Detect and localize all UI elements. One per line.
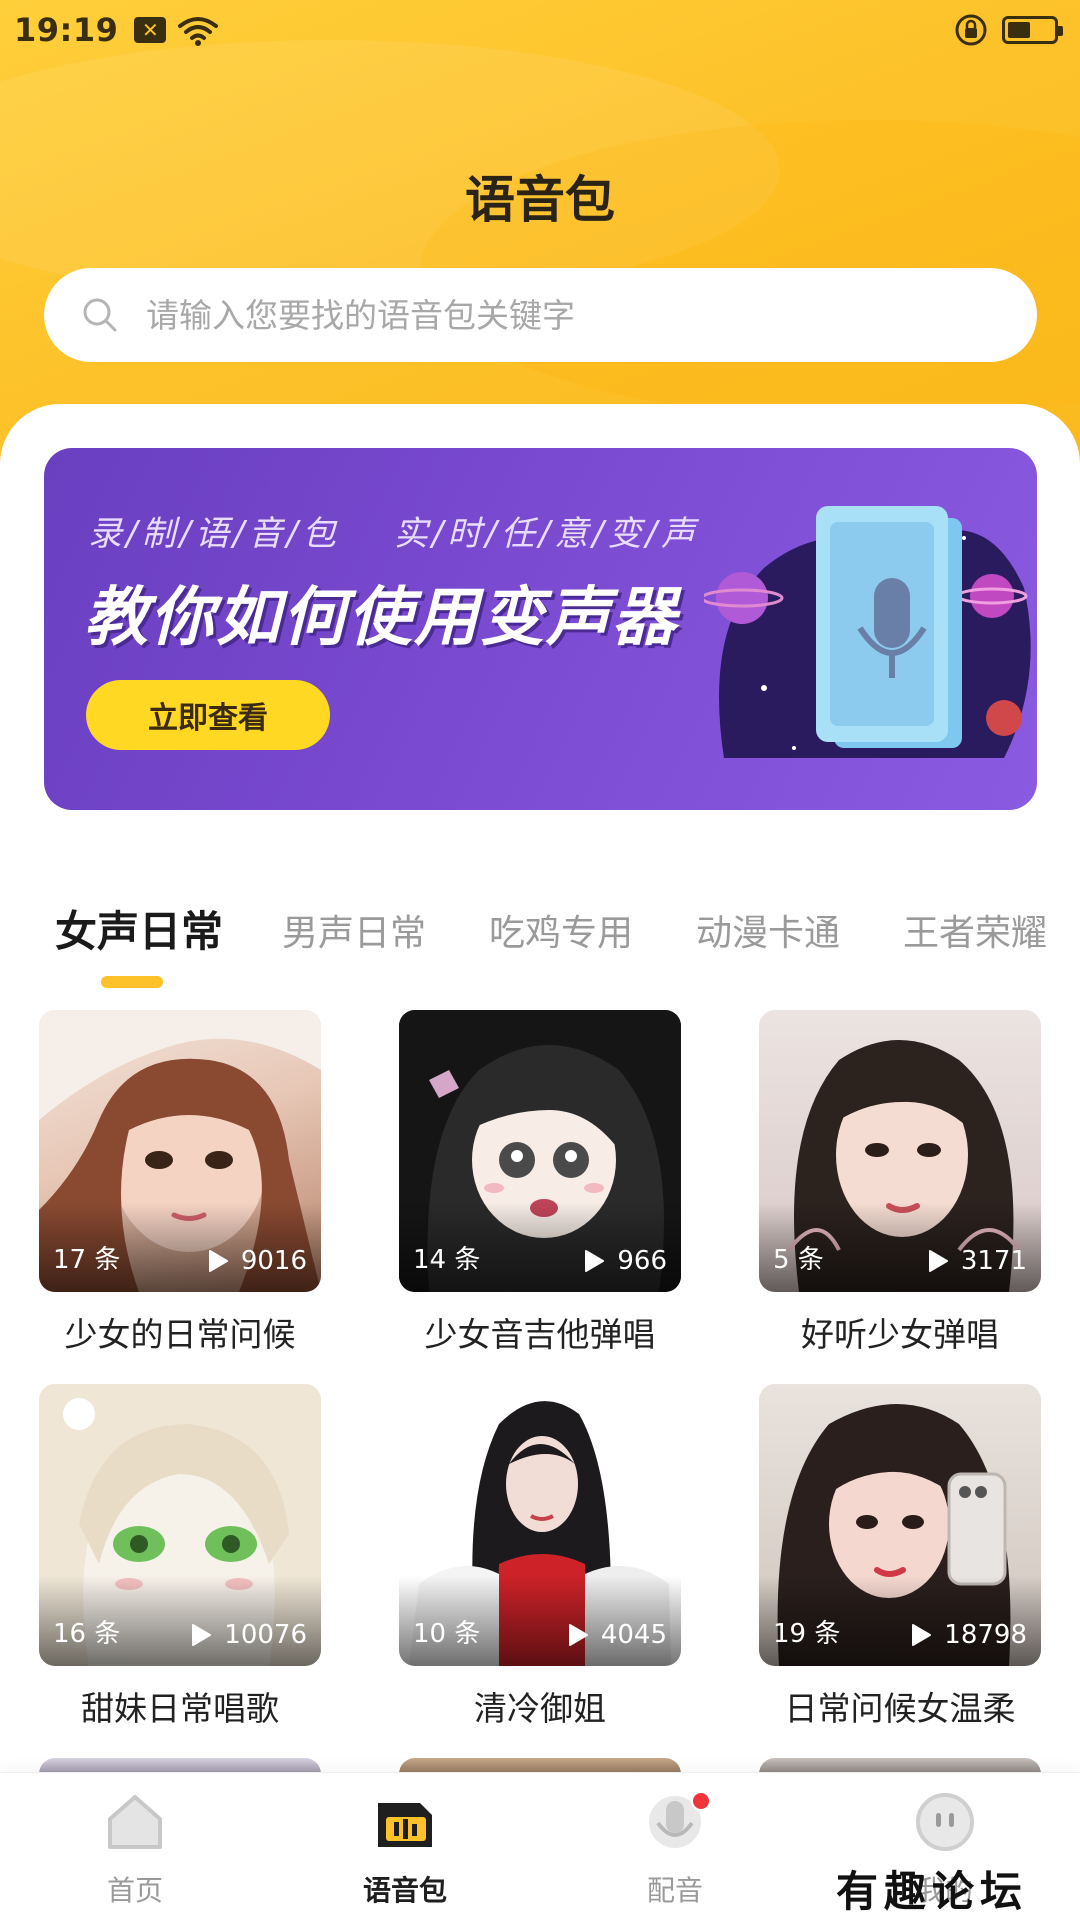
play-count: 966: [583, 1246, 667, 1276]
voice-pack-card[interactable]: 14 条 966 少女音吉他弹唱: [399, 1010, 681, 1356]
banner-subtitle: 录/制/语/音/包 实/时/任/意/变/声: [88, 506, 699, 555]
play-count-value: 3171: [960, 1246, 1027, 1276]
play-count: 10076: [190, 1620, 307, 1650]
tab-male-daily[interactable]: 男声日常: [282, 904, 426, 956]
rotation-lock-icon: [955, 14, 987, 46]
banner-subtitle-left: 录/制/语/音/包: [88, 514, 340, 554]
voice-pack-cover: 10 条 4045: [399, 1384, 681, 1666]
wifi-icon: [178, 17, 219, 46]
app-screen: 19:19 ✕ 语音包 录/: [0, 0, 1080, 1920]
tab-honor-of-kings[interactable]: 王者荣耀: [903, 904, 1047, 956]
active-tab-indicator: [101, 976, 163, 988]
voice-pack-title: 少女的日常问候: [64, 1315, 296, 1354]
home-icon: [108, 1795, 162, 1849]
play-count-value: 966: [617, 1246, 667, 1276]
voice-pack-cover: 16 条 10076: [39, 1384, 321, 1666]
play-icon: [585, 1250, 605, 1272]
play-count-value: 9016: [240, 1246, 307, 1276]
banner-title: 教你如何使用变声器: [84, 581, 678, 655]
voice-pack-card[interactable]: 19 条 18798 日常问候女温柔: [759, 1384, 1041, 1730]
voice-pack-cover: 19 条 18798: [759, 1384, 1041, 1666]
notification-badge: [691, 1791, 711, 1811]
view-now-button[interactable]: 立即查看: [86, 680, 330, 750]
voice-pack-title: 好听少女弹唱: [801, 1315, 999, 1354]
nav-dubbing-label: 配音: [646, 1874, 703, 1907]
nav-home-label: 首页: [106, 1874, 163, 1907]
voice-pack-cover: 5 条 3171: [759, 1010, 1041, 1292]
search-input[interactable]: [146, 295, 946, 335]
book-microphone-illustration: [704, 506, 1031, 758]
voice-pack-title: 清冷御姐: [474, 1689, 606, 1728]
clip-count: 14 条: [413, 1245, 481, 1275]
nav-voice-pack[interactable]: 语音包: [325, 1789, 485, 1909]
play-icon: [912, 1624, 932, 1646]
clip-count: 17 条: [53, 1245, 121, 1275]
forum-watermark: 有趣论坛: [836, 1867, 1029, 1916]
profile-icon: [916, 1793, 974, 1851]
voice-pack-card[interactable]: 16 条 10076 甜妹日常唱歌: [39, 1384, 321, 1730]
clip-count: 5 条: [773, 1245, 824, 1275]
play-count-value: 10076: [224, 1620, 307, 1650]
play-icon: [568, 1624, 588, 1646]
voice-pack-title: 少女音吉他弹唱: [424, 1315, 656, 1354]
voice-pack-icon: [378, 1803, 432, 1847]
play-count: 9016: [207, 1246, 307, 1276]
tutorial-banner[interactable]: 录/制/语/音/包 实/时/任/意/变/声 教你如何使用变声器 立即查看: [44, 448, 1037, 810]
battery-level: [1008, 22, 1030, 38]
play-count: 18798: [910, 1620, 1027, 1650]
voice-pack-card[interactable]: 5 条 3171 好听少女弹唱: [759, 1010, 1041, 1356]
clip-count: 10 条: [413, 1619, 481, 1649]
play-count: 4045: [567, 1620, 667, 1650]
search-icon: [83, 298, 117, 332]
voice-pack-title: 甜妹日常唱歌: [81, 1689, 279, 1728]
banner-subtitle-right: 实/时/任/意/变/声: [393, 514, 700, 554]
clip-count: 19 条: [773, 1619, 841, 1649]
play-count-value: 4045: [600, 1620, 667, 1650]
play-count: 3171: [927, 1246, 1027, 1276]
nav-dubbing[interactable]: 配音: [595, 1789, 755, 1909]
voice-pack-cover: 14 条 966: [399, 1010, 681, 1292]
nav-voice-pack-label: 语音包: [362, 1874, 447, 1907]
nav-home[interactable]: 首页: [55, 1789, 215, 1909]
play-count-value: 18798: [944, 1620, 1027, 1650]
voice-pack-card[interactable]: 17 条 9016 少女的日常问候: [39, 1010, 321, 1356]
notification-icon: ✕: [134, 17, 167, 43]
voice-pack-cover: 17 条 9016: [39, 1010, 321, 1292]
tab-pubg[interactable]: 吃鸡专用: [489, 904, 633, 956]
play-icon: [192, 1624, 212, 1646]
status-time: 19:19: [14, 11, 119, 49]
content-area: 录/制/语/音/包 实/时/任/意/变/声 教你如何使用变声器 立即查看 女声日…: [0, 404, 1080, 1920]
status-bar: 19:19 ✕: [0, 0, 1080, 60]
play-icon: [208, 1250, 228, 1272]
tab-anime-cartoon[interactable]: 动漫卡通: [696, 904, 840, 956]
page-title: 语音包: [465, 171, 615, 229]
search-bar[interactable]: [44, 268, 1037, 362]
voice-pack-card[interactable]: 10 条 4045 清冷御姐: [399, 1384, 681, 1730]
voice-pack-title: 日常问候女温柔: [784, 1689, 1016, 1728]
category-tabs: 女声日常 男声日常 吃鸡专用 动漫卡通 王者荣耀: [0, 884, 1080, 994]
play-icon: [928, 1250, 948, 1272]
tab-female-daily[interactable]: 女声日常: [55, 898, 223, 959]
clip-count: 16 条: [53, 1619, 121, 1649]
battery-icon: [1002, 16, 1063, 44]
status-right-group: [954, 13, 1066, 47]
